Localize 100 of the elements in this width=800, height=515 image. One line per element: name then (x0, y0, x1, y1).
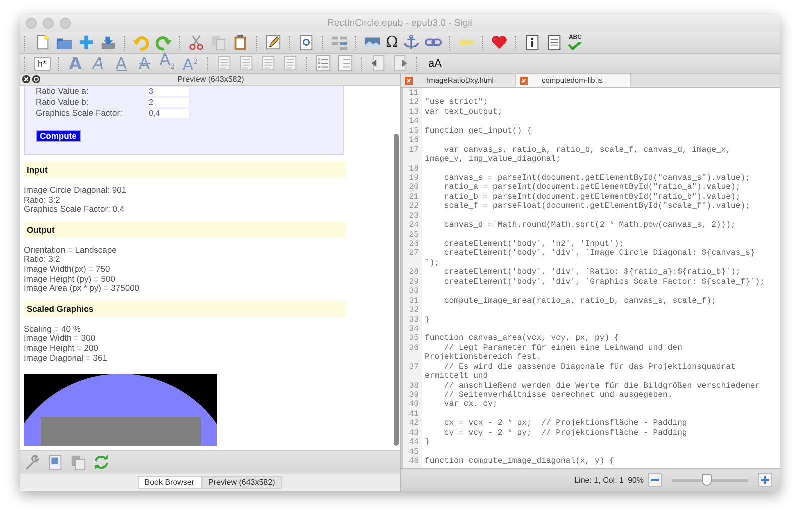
info-icon[interactable] (524, 34, 542, 51)
redo-icon[interactable] (155, 34, 172, 51)
code-line: createElement('body', 'h2', 'Input'); (443, 240, 624, 249)
code-line: createElement('body', 'div', `Ratio: ${ratio_a}:${ratio_b}`); (443, 268, 741, 278)
line-number: 22 (408, 202, 420, 212)
line-number: 35 (408, 334, 420, 344)
pencil-icon[interactable] (265, 34, 282, 51)
code-line: "use strict"; (425, 98, 488, 108)
compute-button[interactable]: Compute (36, 130, 81, 142)
code-editor[interactable] (401, 88, 780, 468)
line-number: 19 (408, 174, 420, 184)
copy-icon[interactable] (70, 454, 87, 470)
window-title: RectInCircle.epub - epub3.0 - Sigil (326, 18, 474, 29)
line-number: 11 (408, 89, 420, 98)
line-number: 17 (408, 146, 420, 156)
zoom-in-button[interactable] (758, 473, 772, 487)
code-line: // anschließend werden die Werte für die Bildgrößen verschiedener (443, 382, 760, 391)
line-number: 44 (408, 438, 420, 448)
clipboard-icon[interactable] (232, 34, 249, 51)
code-line: ermittelt und (425, 372, 488, 382)
code-line: function compute_image_diagonal(x, y) { (425, 457, 614, 466)
code-line: image_y, img_value_diagonal; (425, 155, 561, 164)
document-icon[interactable] (47, 454, 64, 470)
line-number: 41 (408, 410, 420, 420)
wrench-icon[interactable] (24, 454, 41, 470)
code-line: // Seitenverhältnisse berechnet und ausgegeben. (443, 391, 673, 400)
close-pane-icon[interactable] (22, 75, 31, 84)
field-label: Ratio Value b: (36, 97, 90, 107)
tray-arrow-icon[interactable] (100, 34, 117, 51)
code-line: function get_input() { (425, 126, 532, 136)
code-line: Projektionsbereich fest. (425, 353, 542, 363)
line-number: 31 (408, 296, 420, 306)
field-label: Graphics Scale Factor: (36, 108, 124, 118)
output-line: Image Height = 200 (24, 344, 100, 354)
line-number: 18 (408, 164, 420, 174)
panel-tab[interactable]: Book Browser (138, 476, 202, 489)
field-label: Ratio Value a: (36, 86, 90, 96)
code-line: } (425, 438, 430, 448)
output-line: Image Width = 300 (24, 334, 97, 344)
plus-icon[interactable] (78, 34, 95, 51)
close-tab-icon[interactable] (520, 76, 528, 84)
code-line: // Es wird die passende Diagonale für das Projektionsquadrat (443, 362, 736, 372)
line-number: 33 (408, 316, 420, 325)
panel-tab[interactable]: Preview (643x582) (202, 476, 282, 489)
line-number: 45 (408, 448, 420, 458)
heading-button[interactable]: h* (34, 56, 51, 70)
line-number: 12 (408, 98, 420, 108)
zoom-level: 90% (628, 476, 644, 484)
input-field[interactable]: 0,4 (148, 108, 189, 118)
section-heading: Output (24, 222, 346, 238)
code-line: function canvas_area(vcx, vcy, px, py) { (425, 334, 620, 344)
output-line: Ratio: 3:2 (24, 255, 62, 265)
change-case-button[interactable]: aA (428, 58, 442, 70)
output-line: Image Area (px * py) = 375000 (24, 284, 141, 294)
code-line: var canvas_s, ratio_a, ratio_b, scale_f, canvas_d, image_x, (443, 146, 731, 155)
line-number: 26 (408, 240, 420, 250)
line-number: 39 (408, 391, 420, 400)
code-line: createElement('body', 'div', `Image Circle Diagonal: ${canvas_s} (443, 249, 756, 259)
plus-icon (760, 475, 770, 485)
indent-icon[interactable] (392, 55, 409, 72)
line-number: 46 (408, 457, 420, 466)
omega-symbol-button[interactable]: Ω (386, 34, 398, 51)
code-line: cx = vcx - 2 * px; // Projektionsfläche - Padding (443, 419, 688, 429)
numbered-list-icon[interactable] (336, 55, 354, 72)
line-number: 40 (408, 400, 420, 410)
line-number: 34 (408, 324, 420, 334)
output-line: Ratio: 3:2 (24, 196, 62, 206)
input-field[interactable]: 3 (148, 86, 189, 96)
line-number: 21 (408, 192, 420, 202)
line-number: 23 (408, 212, 420, 222)
code-line: ratio_b = parseInt(document.getElementById("ratio_b").value); (443, 192, 741, 202)
zoom-out-button[interactable] (648, 473, 662, 487)
document-magnifier-icon[interactable] (298, 34, 315, 51)
line-number: 20 (408, 183, 420, 193)
line-number: 28 (408, 268, 420, 278)
bulleted-list-icon[interactable] (314, 55, 332, 72)
code-line: } (425, 316, 430, 325)
scissors-icon[interactable] (188, 34, 205, 51)
cursor-position: Line: 1, Col: 1 (574, 476, 624, 484)
outdent-icon[interactable] (370, 55, 387, 72)
section-heading: Scaled Graphics (24, 300, 346, 317)
code-line: // Legt Parameter für einen eine Leinwand und den (443, 344, 682, 353)
checkmark-icon (568, 42, 582, 50)
heart-icon[interactable] (491, 34, 508, 51)
line-number: 32 (408, 306, 420, 316)
input-field[interactable]: 2 (148, 98, 189, 106)
refresh-icon[interactable] (93, 454, 110, 470)
code-line: cy = vcy - 2 * py; // Projektionsfläche - Padding (443, 428, 688, 438)
line-number: 37 (408, 362, 420, 372)
code-line: compute_image_area(ratio_a, ratio_b, canvas_s, scale_f); (443, 296, 716, 306)
line-number: 38 (408, 382, 420, 391)
code-line: `); (425, 258, 440, 268)
anchor-icon[interactable] (403, 34, 420, 51)
code-line: canvas_s = parseInt(document.getElementById("canvas_s").value); (443, 174, 750, 183)
scrollbar[interactable] (394, 134, 399, 446)
line-number: 27 (408, 249, 420, 259)
close-tab-icon[interactable] (405, 76, 413, 84)
document-list-icon[interactable] (546, 34, 564, 51)
code-line: canvas_d = Math.round(Math.sqrt(2 * Math.pow(canvas_s, 2))); (443, 221, 736, 231)
output-line: Image Diagonal = 361 (24, 354, 108, 364)
